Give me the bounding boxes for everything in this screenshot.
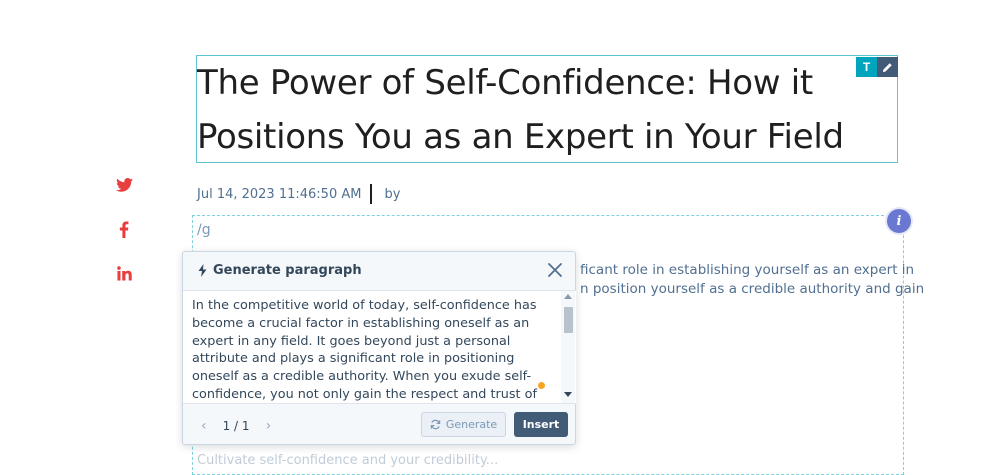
facebook-icon	[119, 220, 129, 238]
generate-paragraph-popup: Generate paragraph In the competitive wo…	[182, 251, 576, 445]
chevron-right-icon[interactable]: ›	[266, 418, 272, 434]
insert-button[interactable]: Insert	[514, 412, 568, 437]
title-line-1: The Power of Self-Confidence: How it	[197, 63, 813, 103]
body-text-line-1: ficant role in establishing yourself as …	[580, 262, 915, 278]
scroll-thumb[interactable]	[564, 307, 573, 333]
body-text-line-2: n position yourself as a credible author…	[580, 281, 925, 297]
generated-text: In the competitive world of today, self-…	[192, 298, 537, 402]
info-badge[interactable]: i	[887, 209, 911, 233]
publish-date[interactable]: Jul 14, 2023 11:46:50 AM	[197, 187, 361, 202]
scrollbar[interactable]	[561, 291, 575, 403]
generate-button[interactable]: Generate	[421, 412, 506, 437]
slash-command-text[interactable]: /g	[197, 222, 211, 238]
close-icon[interactable]	[547, 262, 563, 278]
result-pager: ‹ 1 / 1 ›	[201, 418, 271, 434]
page-count: 1 / 1	[222, 419, 250, 433]
twitter-icon	[115, 178, 133, 192]
edit-button[interactable]	[877, 57, 898, 77]
popup-title: Generate paragraph	[213, 263, 362, 278]
scroll-up-icon[interactable]	[564, 294, 572, 299]
title-line-2: Positions You as an Expert in Your Field	[197, 117, 844, 157]
refresh-icon	[430, 419, 441, 430]
generate-label: Generate	[445, 418, 498, 431]
post-title[interactable]: The Power of Self-Confidence: How it Pos…	[197, 56, 917, 164]
linkedin-share-button[interactable]	[114, 263, 134, 283]
twitter-share-button[interactable]	[114, 175, 134, 195]
body-text-faded: Cultivate self-confidence and your credi…	[197, 453, 499, 468]
generated-text-area[interactable]: In the competitive world of today, self-…	[183, 290, 576, 404]
post-meta: Jul 14, 2023 11:46:50 AM by	[197, 184, 400, 204]
popup-header: Generate paragraph	[183, 252, 575, 290]
linkedin-icon	[116, 265, 132, 281]
meta-divider	[370, 184, 373, 204]
pencil-icon	[882, 62, 892, 72]
facebook-share-button[interactable]	[114, 219, 134, 239]
author-by-label: by	[384, 186, 401, 202]
chevron-left-icon[interactable]: ‹	[201, 418, 207, 434]
title-toolbar: T	[856, 57, 898, 77]
text-format-button[interactable]: T	[856, 57, 877, 77]
scroll-down-icon[interactable]	[564, 392, 572, 397]
lightning-icon	[198, 264, 207, 277]
cursor-dot	[538, 382, 545, 389]
